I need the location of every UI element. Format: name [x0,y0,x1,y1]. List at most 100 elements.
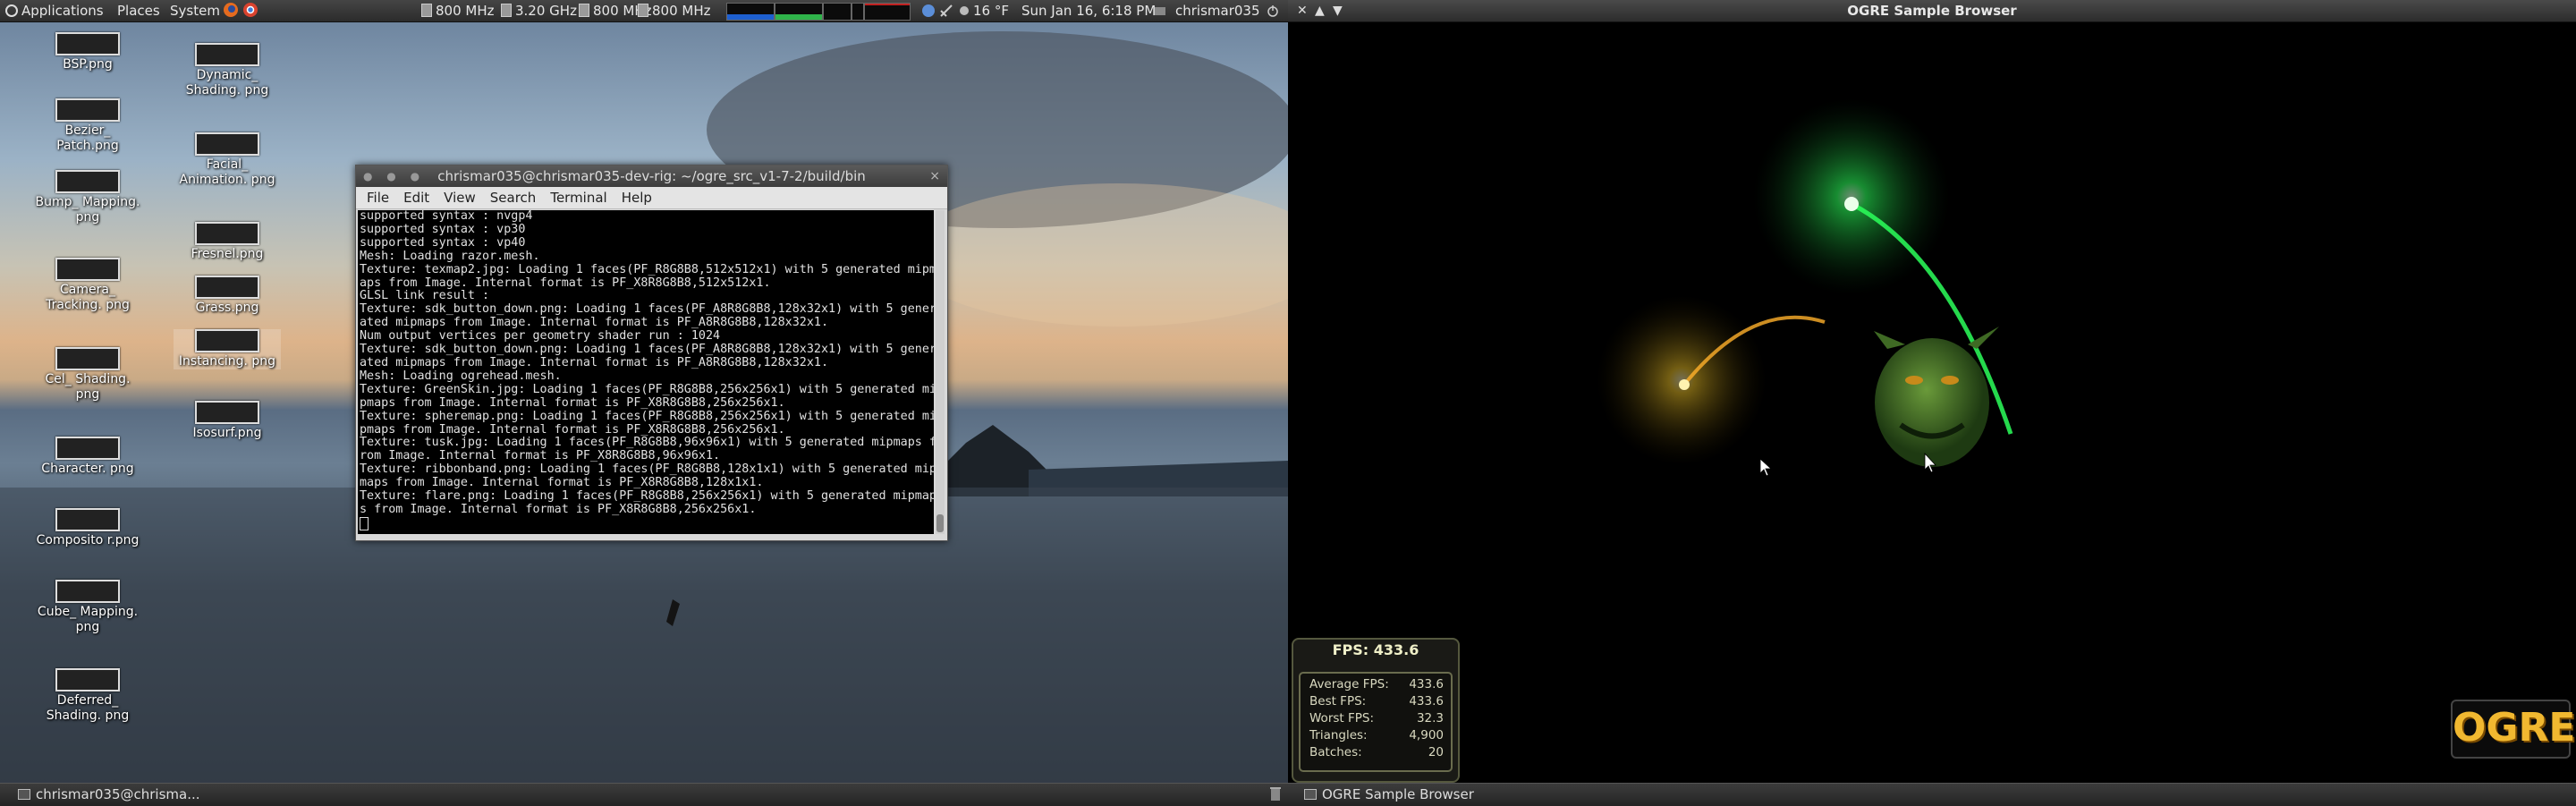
terminal-line: GLSL link result : [360,289,490,303]
top-panel: Applications Places System 800 MHz 3.20 … [0,0,1288,22]
stat-batches: Batches: 20 [1309,745,1444,759]
cpu-load-monitor[interactable] [726,3,775,21]
image-thumbnail-icon [55,258,120,281]
cpu-freq-2[interactable]: 3.20 GHz [501,0,577,21]
close-icon[interactable]: ✕ [1297,0,1308,21]
ogre-titlebar[interactable]: ✕ ▲ ▼ OGRE Sample Browser [1288,0,2576,22]
clock[interactable]: Sun Jan 16, 6:18 PM [1021,0,1156,21]
taskbar-ogre-sample-browser[interactable]: OGRE Sample Browser [1304,785,1474,803]
network-monitor[interactable] [823,3,852,21]
fps-label: FPS: 433.6 [1332,641,1419,658]
desktop-file-compositor[interactable]: Composito r.png [34,508,141,548]
bluetooth-icon[interactable] [921,0,936,21]
load-monitor[interactable] [864,3,911,21]
trash-icon[interactable] [1268,785,1283,803]
desktop-file-deferred-shading[interactable]: Deferred_ Shading. png [34,668,141,724]
taskbar-terminal[interactable]: chrismar035@chrisma... [18,785,200,803]
terminal-line: ated mipmaps from Image. Internal format… [360,355,829,369]
desktop-file-grass[interactable]: Grass.png [174,276,281,316]
image-thumbnail-icon [195,401,259,424]
maximize-icon[interactable]: ▲ [1315,0,1325,21]
terminal-scrollbar[interactable] [936,210,945,534]
menu-search[interactable]: Search [490,190,537,206]
image-thumbnail-icon [55,32,120,55]
terminal-titlebar[interactable]: ● ● ● chrismar035@chrismar035-dev-rig: ~… [356,165,947,187]
ubuntu-logo-icon[interactable] [5,0,18,21]
terminal-window[interactable]: ● ● ● chrismar035@chrismar035-dev-rig: ~… [355,165,948,541]
image-thumbnail-icon [55,508,120,531]
yellow-light [1679,379,1690,390]
user-menu[interactable]: chrismar035 [1175,0,1260,21]
desktop-file-facial-animation[interactable]: Facial_ Animation. png [174,132,281,188]
terminal-line: Texture: tusk.jpg: Loading 1 faces(PF_R8… [360,436,934,450]
terminal-line: Texture: ribbonband.png: Loading 1 faces… [360,462,934,477]
terminal-line: Texture: GreenSkin.jpg: Loading 1 faces(… [360,382,934,396]
desktop-file-character[interactable]: Character. png [34,437,141,477]
terminal-line: pmaps from Image. Internal format is PF_… [360,395,785,410]
cpu-freq-4[interactable]: 800 MHz [638,0,711,21]
system-menu[interactable]: System [170,0,220,21]
desktop-file-fresnel[interactable]: Fresnel.png [174,222,281,262]
green-light [1844,197,1859,211]
chrome-launcher-icon[interactable] [242,0,259,21]
image-thumbnail-icon [55,580,120,603]
firefox-launcher-icon[interactable] [222,0,240,21]
image-thumbnail-icon [195,329,259,352]
image-thumbnail-icon [55,170,120,193]
desktop-file-cel-shading[interactable]: Cel_ Shading. png [34,347,141,403]
places-menu[interactable]: Places [117,0,160,21]
ogre-logo: OGRE [2451,700,2575,759]
terminal-line: supported syntax : vp40 [360,235,526,250]
ogre-window-title: OGRE Sample Browser [1847,3,2017,19]
terminal-line: Num output vertices per geometry shader … [360,329,721,344]
terminal-line: Mesh: Loading ogrehead.mesh. [360,369,562,383]
cpu-freq-1[interactable]: 800 MHz [421,0,495,21]
minimize-icon[interactable]: ▼ [1333,0,1343,21]
swap-monitor[interactable] [852,3,864,21]
desktop-file-dynamic-shading[interactable]: Dynamic_ Shading. png [174,43,281,98]
memory-monitor[interactable] [775,3,823,21]
terminal-line: s from Image. Internal format is PF_X8R8… [360,502,757,516]
terminal-line: maps from Image. Internal format is PF_X… [360,476,764,490]
image-thumbnail-icon [195,132,259,156]
image-thumbnail-icon [55,668,120,691]
applications-menu[interactable]: Applications [21,0,104,21]
terminal-line: Texture: texmap2.jpg: Loading 1 faces(PF… [360,262,934,276]
power-icon[interactable] [1267,0,1279,21]
terminal-title: chrismar035@chrismar035-dev-rig: ~/ogre_… [437,168,866,184]
stat-best-fps: Best FPS: 433.6 [1309,694,1444,708]
window-icon [1304,789,1317,800]
image-thumbnail-icon [195,222,259,245]
weather-icon[interactable] [957,0,971,21]
menu-edit[interactable]: Edit [403,190,429,206]
network-icon[interactable] [939,0,953,21]
desktop-file-cube-mapping[interactable]: Cube_ Mapping. png [34,580,141,635]
window-buttons[interactable]: ● ● ● [363,165,425,187]
ogre-sample-browser-window[interactable]: ✕ ▲ ▼ OGRE Sample Browser FPS: 433.6 Ave… [1288,0,2576,783]
mouse-cursor-icon [1759,458,1773,477]
weather-temperature[interactable]: 16 °F [973,0,1009,21]
desktop-file-bump-mapping[interactable]: Bump_ Mapping. png [34,170,141,225]
image-thumbnail-icon [55,98,120,122]
terminal-line: Mesh: Loading razor.mesh. [360,249,540,263]
desktop-file-bsp[interactable]: BSP.png [34,32,141,72]
stats-details: Average FPS: 433.6 Best FPS: 433.6 Worst F… [1299,672,1453,772]
desktop-file-isosurf[interactable]: Isosurf.png [174,401,281,441]
desktop-file-instancing[interactable]: Instancing. png [174,329,281,369]
fps-stats-panel[interactable]: FPS: 433.6 Average FPS: 433.6 Best FPS: 43… [1292,638,1460,783]
menu-help[interactable]: Help [622,190,652,206]
bottom-panel: chrismar035@chrisma... OGRE Sample Brows… [0,783,2576,806]
desktop-file-camera-tracking[interactable]: Camera_ Tracking. png [34,258,141,313]
desktop-file-bezier-patch[interactable]: Bezier_ Patch.png [34,98,141,154]
image-thumbnail-icon [55,437,120,460]
terminal-menubar: File Edit View Search Terminal Help [356,187,947,209]
terminal-line: supported syntax : nvgp4 [360,210,533,223]
scrollbar-thumb[interactable] [936,514,944,532]
ogre-render-view[interactable] [1288,22,2576,783]
terminal-output[interactable]: supported syntax : nvgp4 supported syntax… [358,210,934,534]
menu-file[interactable]: File [367,190,389,206]
image-thumbnail-icon [195,43,259,66]
menu-terminal[interactable]: Terminal [550,190,606,206]
menu-view[interactable]: View [444,190,476,206]
close-icon[interactable]: × [929,165,940,187]
